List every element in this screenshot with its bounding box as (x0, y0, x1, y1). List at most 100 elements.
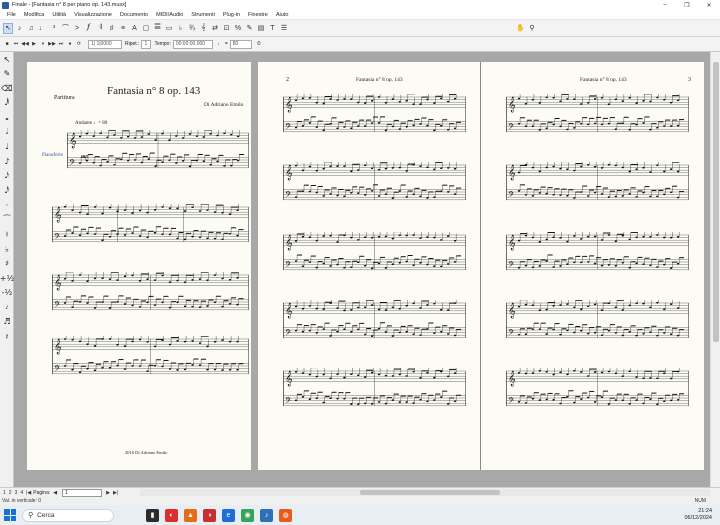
ossia-tool-icon[interactable]: ⊡ (222, 23, 232, 34)
hyperscribe-tool-icon[interactable]: ♩ (38, 23, 48, 34)
page-number-input[interactable]: 1 (62, 488, 103, 497)
app-red-icon[interactable]: ◐ (165, 508, 178, 522)
chrome-browser-icon[interactable]: ◉ (241, 508, 254, 522)
quarter-note-palette-icon[interactable]: ♩ (0, 140, 14, 155)
graphics-tool-icon[interactable]: ▢ (141, 23, 151, 34)
system-tray-clock[interactable]: 21:24 06/12/2024 (684, 508, 712, 522)
grand-staff-system[interactable]: 𝄞𝄢 (506, 368, 689, 409)
loop-icon[interactable]: ⟳ (75, 40, 83, 49)
grand-staff-system[interactable]: 𝄞𝄢 (283, 368, 466, 409)
grand-staff-system[interactable]: 𝄞𝄢 (506, 94, 689, 135)
bpm-field[interactable]: 80 (229, 39, 252, 49)
chord-tool-icon[interactable]: ♯ (107, 23, 117, 34)
windows-start-icon[interactable] (4, 509, 16, 521)
score-pages-2-3[interactable]: 2 Fantasia n° 8 op. 143 Fantasia n° 8 op… (258, 62, 704, 470)
grand-staff-system[interactable]: 𝄞𝄢 (52, 272, 249, 313)
selection-arrow-icon[interactable]: ↖ (0, 52, 14, 67)
vlc-icon[interactable]: ▲ (184, 508, 197, 522)
tie-icon[interactable]: ⁀ (0, 213, 14, 228)
prev-page-icon[interactable]: ◀ (52, 490, 58, 496)
measure-counter[interactable]: 1| 1|0000 (88, 39, 122, 49)
sharp-icon[interactable]: ♯ (0, 256, 14, 271)
eighth-note-icon[interactable]: ♪ (0, 154, 14, 169)
record-icon[interactable]: ● (66, 40, 74, 49)
tempo-time-field[interactable]: 00:00:00.000 (172, 39, 213, 49)
pause-icon[interactable]: ⏸ (39, 40, 47, 49)
vertical-scroll-thumb[interactable] (713, 62, 719, 342)
tuplet-tool-icon[interactable]: ³ (49, 23, 59, 34)
score-page-1[interactable]: Fantasia n° 8 op. 143 Partitura Di Adria… (27, 62, 251, 470)
menu-plugin[interactable]: Plug-in (219, 12, 244, 18)
staff-tool-icon[interactable]: 𝄚 (153, 23, 163, 34)
tuplet-palette-icon[interactable]: ♬ (0, 315, 14, 330)
lyrics-tool-icon[interactable]: ≡ (118, 23, 128, 34)
articulation-tool-icon[interactable]: > (72, 23, 82, 34)
page-layout-tool-icon[interactable]: T (268, 23, 278, 34)
vertical-scrollbar[interactable] (710, 52, 720, 487)
metronome-icon[interactable]: ⏱ (255, 40, 263, 49)
sixty-fourth-note-icon[interactable]: 𝅘𝅥𝅱 (0, 96, 14, 111)
grand-staff-system[interactable]: 𝄞𝄢 (283, 232, 466, 273)
menu-strumenti[interactable]: Strumenti (187, 12, 219, 18)
smart-shape-tool-icon[interactable]: ⌒ (61, 23, 71, 34)
grand-staff-system[interactable]: 𝄞𝄢 (67, 130, 249, 171)
close-button[interactable]: ✕ (698, 0, 720, 10)
menu-aiuto[interactable]: Aiuto (272, 12, 293, 18)
first-page-icon[interactable]: |◀ (25, 490, 32, 496)
play-icon[interactable]: ▶ (30, 40, 38, 49)
next-page-icon[interactable]: ▶ (105, 490, 111, 496)
menu-midi-audio[interactable]: MIDI/Audio (152, 12, 187, 18)
grand-staff-system[interactable]: 𝄞𝄢 (506, 162, 689, 203)
app-red-2-icon[interactable]: ◑ (203, 508, 216, 522)
speedy-entry-tool-icon[interactable]: ♫ (26, 23, 36, 34)
half-step-down-icon[interactable]: -½ (0, 286, 14, 301)
whole-note-icon[interactable]: 𝅝 (0, 110, 14, 125)
grand-staff-system[interactable]: 𝄞𝄢 (283, 162, 466, 203)
minimize-button[interactable]: – (654, 0, 676, 10)
view-4-button[interactable]: 4 (19, 490, 24, 496)
flat-icon[interactable]: ♭ (0, 242, 14, 257)
score-document-area[interactable]: Fantasia n° 8 op. 143 Partitura Di Adria… (14, 52, 710, 487)
special-tools-icon[interactable]: ✎ (245, 23, 255, 34)
grand-staff-system[interactable]: 𝄞𝄢 (52, 204, 249, 245)
finale-taskbar-icon[interactable]: ♪ (260, 508, 273, 522)
horizontal-scrollbar[interactable] (140, 489, 710, 496)
menu-visualizzazione[interactable]: Visualizzazione (70, 12, 116, 18)
view-2-button[interactable]: 2 (8, 490, 13, 496)
menu-utilita[interactable]: Utilità (48, 12, 70, 18)
clef-tool-icon[interactable]: 𝄞 (199, 23, 209, 34)
menu-file[interactable]: File (3, 12, 20, 18)
half-note-icon[interactable]: 𝅗𝅥 (0, 125, 14, 140)
simple-entry-tool-icon[interactable]: ♪ (15, 23, 25, 34)
edge-browser-icon[interactable]: e (222, 508, 235, 522)
grand-staff-system[interactable]: 𝄞𝄢 (506, 232, 689, 273)
midi-tool-icon[interactable]: ▤ (256, 23, 266, 34)
grand-staff-system[interactable]: 𝄞𝄢 (283, 300, 466, 341)
grace-note-icon[interactable]: 𝆔 (0, 300, 14, 315)
measure-tool-icon[interactable]: ▭ (164, 23, 174, 34)
selection-tool-icon[interactable]: ↖ (3, 22, 13, 34)
expression-tool-icon[interactable]: 𝆑 (84, 23, 94, 34)
time-signature-tool-icon[interactable]: ¾ (187, 23, 197, 34)
menu-documento[interactable]: Documento (116, 12, 152, 18)
text-tool-icon[interactable]: A (130, 23, 140, 34)
repeat-tool-icon[interactable]: 𝄇 (95, 23, 105, 34)
rewind-icon[interactable]: ◀◀ (21, 40, 29, 49)
sixteenth-note-icon[interactable]: 𝅘𝅥𝅯 (0, 169, 14, 184)
horizontal-scroll-thumb[interactable] (360, 490, 500, 495)
mirror-tool-icon[interactable]: ⇄ (210, 23, 220, 34)
eraser-icon[interactable]: ⌫ (0, 81, 14, 96)
menu-finestre[interactable]: Finestre (244, 12, 272, 18)
repeat-field[interactable]: 1 (141, 39, 152, 49)
zoom-icon[interactable]: ⚲ (527, 23, 537, 34)
scroll-tool-icon[interactable]: ☰ (279, 23, 289, 34)
end-icon[interactable]: ⏭ (57, 40, 65, 49)
pencil-icon[interactable]: ✎ (0, 67, 14, 82)
resize-tool-icon[interactable]: % (233, 23, 243, 34)
grand-staff-system[interactable]: 𝄞𝄢 (283, 94, 466, 135)
grand-staff-system[interactable]: 𝄞𝄢 (52, 336, 249, 377)
stop-icon[interactable]: ■ (3, 40, 11, 49)
rewind-start-icon[interactable]: ⏮ (12, 40, 20, 49)
grand-staff-system[interactable]: 𝄞𝄢 (506, 300, 689, 341)
task-view-icon[interactable]: ▮ (146, 508, 159, 522)
